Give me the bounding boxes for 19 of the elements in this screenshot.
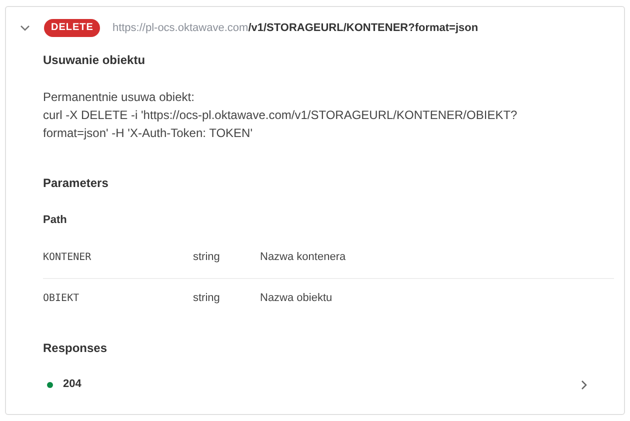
method-badge: DELETE	[44, 19, 100, 37]
parameter-description: Nazwa kontenera	[260, 250, 346, 266]
description-text: curl -X DELETE -i 'https://ocs-pl.oktawave.com/v1/STORAGEURL/KONTENER/OBIEKT?format=json' -H 'X-Auth-Token: TOKEN'	[43, 107, 518, 142]
chevron-right-icon	[581, 380, 587, 390]
response-code: 204	[63, 377, 82, 392]
parameter-type: string	[193, 250, 221, 266]
parameter-name: KONTENER	[43, 251, 92, 265]
operation-summary: Usuwanie obiektu	[43, 52, 146, 69]
description-text: Permanentnie usuwa obiekt:	[43, 89, 196, 106]
parameter-name: OBIEKT	[43, 292, 80, 306]
response-row[interactable]: 204	[43, 374, 614, 396]
parameter-group-title: Path	[43, 213, 68, 228]
parameter-type: string	[193, 290, 221, 306]
parameter-description: Nazwa obiektu	[260, 290, 332, 306]
section-title: Parameters	[43, 175, 110, 192]
url-base: https://pl-ocs.oktawave.com	[112, 22, 248, 34]
url-path: /v1/STORAGEURL/KONTENER?format=json	[248, 22, 478, 34]
chevron-icon	[20, 25, 30, 31]
section-title: Responses	[43, 340, 108, 356]
